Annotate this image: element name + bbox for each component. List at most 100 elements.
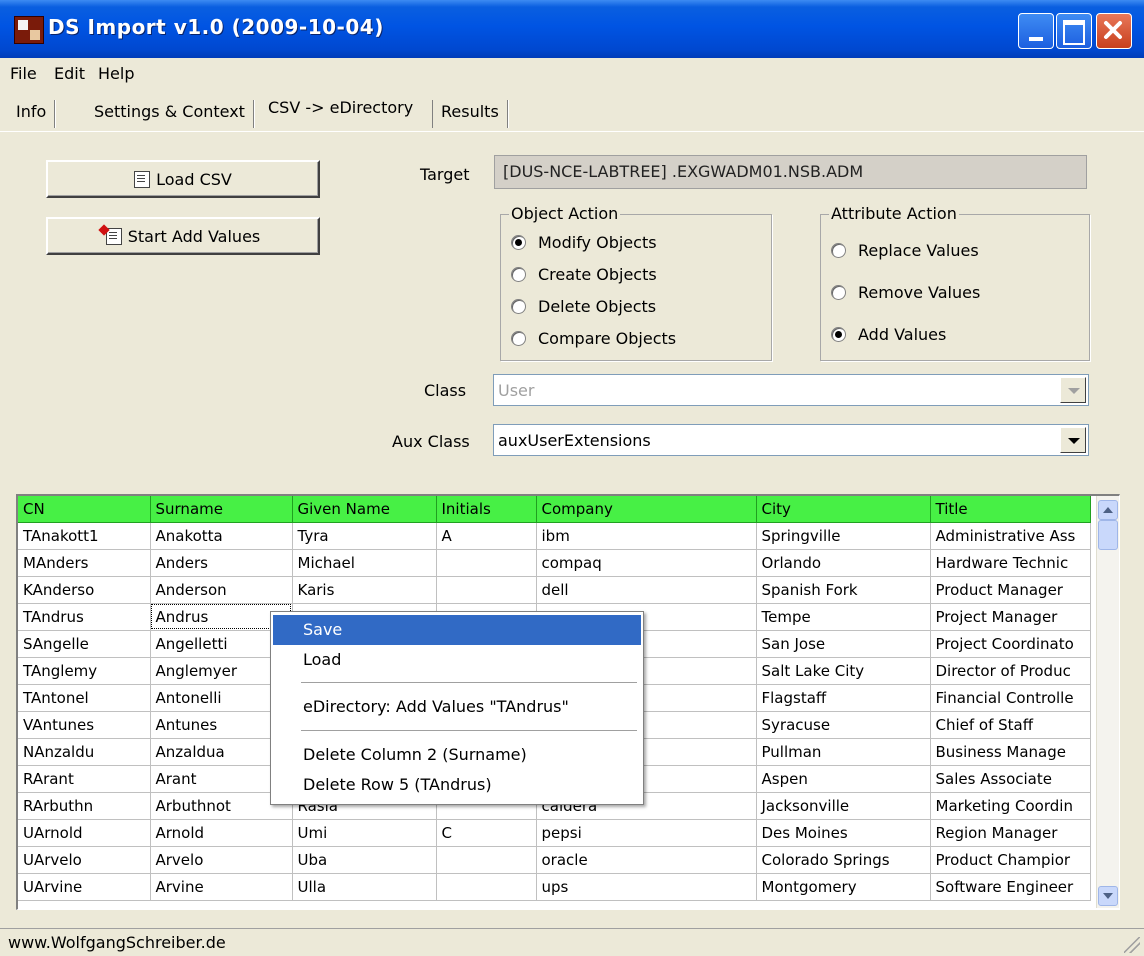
- table-cell[interactable]: Product Champior: [930, 846, 1091, 874]
- resize-grip-icon[interactable]: [1124, 937, 1140, 953]
- table-cell[interactable]: Springville: [756, 522, 931, 550]
- table-cell[interactable]: Flagstaff: [756, 684, 931, 712]
- column-header-surname[interactable]: Surname: [150, 496, 293, 523]
- table-row[interactable]: UArvine Arvine Ulla ups Montgomery Software E…: [18, 873, 1091, 901]
- table-row[interactable]: UArnold Arnold Umi Cpepsi Des Moines Region M…: [18, 819, 1091, 847]
- radio-compare-objects[interactable]: Compare Objects: [511, 329, 676, 348]
- table-cell[interactable]: [436, 576, 537, 604]
- table-cell[interactable]: TAnakott1: [18, 522, 151, 550]
- table-cell[interactable]: TAndrus: [18, 603, 151, 631]
- context-item-delete-row[interactable]: Delete Row 5 (TAndrus): [273, 770, 641, 800]
- table-cell[interactable]: Karis: [292, 576, 437, 604]
- context-item-save[interactable]: Save: [273, 615, 641, 645]
- table-row[interactable]: UArvelo Arvelo Uba oracle Colorado Springs Pr…: [18, 846, 1091, 874]
- maximize-button[interactable]: [1056, 13, 1092, 49]
- table-cell[interactable]: Region Manager: [930, 819, 1091, 847]
- table-cell[interactable]: Director of Produc: [930, 657, 1091, 685]
- context-item-delete-column[interactable]: Delete Column 2 (Surname): [273, 740, 641, 770]
- table-cell[interactable]: Syracuse: [756, 711, 931, 739]
- table-cell[interactable]: Jacksonville: [756, 792, 931, 820]
- column-header-cn[interactable]: CN: [18, 496, 151, 523]
- table-cell[interactable]: pepsi: [536, 819, 757, 847]
- tab-results[interactable]: Results: [432, 100, 508, 128]
- tab-csv-edirectory[interactable]: CSV -> eDirectory: [260, 96, 421, 128]
- title-bar[interactable]: DS Import v1.0 (2009-10-04): [0, 0, 1144, 58]
- table-cell[interactable]: Chief of Staff: [930, 711, 1091, 739]
- radio-add-values[interactable]: Add Values: [831, 325, 946, 344]
- table-cell[interactable]: KAnderso: [18, 576, 151, 604]
- table-cell[interactable]: Orlando: [756, 549, 931, 577]
- chevron-down-icon[interactable]: [1060, 377, 1086, 403]
- table-cell[interactable]: VAntunes: [18, 711, 151, 739]
- scroll-down-icon[interactable]: [1098, 886, 1118, 906]
- table-cell[interactable]: MAnders: [18, 549, 151, 577]
- column-header-initials[interactable]: Initials: [436, 496, 537, 523]
- table-cell[interactable]: RArant: [18, 765, 151, 793]
- table-row[interactable]: TAnakott1 Anakotta Tyra Aibm Springville Admi…: [18, 522, 1091, 550]
- scroll-thumb[interactable]: [1098, 520, 1118, 550]
- column-header-title[interactable]: Title: [930, 496, 1091, 523]
- table-cell[interactable]: TAnglemy: [18, 657, 151, 685]
- table-cell[interactable]: Aspen: [756, 765, 931, 793]
- table-cell[interactable]: Colorado Springs: [756, 846, 931, 874]
- radio-replace-values[interactable]: Replace Values: [831, 241, 979, 260]
- table-cell[interactable]: Salt Lake City: [756, 657, 931, 685]
- table-cell[interactable]: Tempe: [756, 603, 931, 631]
- table-cell[interactable]: compaq: [536, 549, 757, 577]
- table-row[interactable]: KAnderso Anderson Karis dell Spanish Fork Pro…: [18, 576, 1091, 604]
- table-cell[interactable]: Arvine: [150, 873, 293, 901]
- table-cell[interactable]: Michael: [292, 549, 437, 577]
- menu-file[interactable]: File: [10, 64, 37, 83]
- table-cell[interactable]: Software Engineer: [930, 873, 1091, 901]
- context-item-edirectory-add-values[interactable]: eDirectory: Add Values "TAndrus": [273, 692, 641, 722]
- table-cell[interactable]: Ulla: [292, 873, 437, 901]
- radio-modify-objects[interactable]: Modify Objects: [511, 233, 657, 252]
- table-cell[interactable]: dell: [536, 576, 757, 604]
- table-cell[interactable]: Arnold: [150, 819, 293, 847]
- table-cell[interactable]: Business Manage: [930, 738, 1091, 766]
- table-cell[interactable]: ups: [536, 873, 757, 901]
- table-cell[interactable]: Uba: [292, 846, 437, 874]
- radio-create-objects[interactable]: Create Objects: [511, 265, 657, 284]
- column-header-company[interactable]: Company: [536, 496, 757, 523]
- vertical-scrollbar[interactable]: [1096, 496, 1119, 908]
- table-cell[interactable]: ibm: [536, 522, 757, 550]
- table-cell[interactable]: Marketing Coordin: [930, 792, 1091, 820]
- menu-help[interactable]: Help: [98, 64, 134, 83]
- scroll-up-icon[interactable]: [1098, 500, 1118, 520]
- table-row[interactable]: MAnders Anders Michael compaq Orlando Hardwar…: [18, 549, 1091, 577]
- table-cell[interactable]: [436, 846, 537, 874]
- close-button[interactable]: [1096, 13, 1132, 49]
- column-header-city[interactable]: City: [756, 496, 931, 523]
- table-cell[interactable]: Financial Controlle: [930, 684, 1091, 712]
- table-cell[interactable]: A: [436, 522, 537, 550]
- table-cell[interactable]: Tyra: [292, 522, 437, 550]
- aux-class-select[interactable]: auxUserExtensions: [493, 424, 1089, 456]
- minimize-button[interactable]: [1018, 13, 1054, 49]
- table-cell[interactable]: oracle: [536, 846, 757, 874]
- context-item-load[interactable]: Load: [273, 645, 641, 675]
- table-cell[interactable]: UArnold: [18, 819, 151, 847]
- tab-settings-context[interactable]: Settings & Context: [86, 100, 254, 128]
- table-cell[interactable]: UArvelo: [18, 846, 151, 874]
- table-cell[interactable]: Anakotta: [150, 522, 293, 550]
- table-cell[interactable]: Spanish Fork: [756, 576, 931, 604]
- start-add-values-button[interactable]: Start Add Values: [46, 217, 320, 255]
- table-cell[interactable]: Project Coordinato: [930, 630, 1091, 658]
- table-cell[interactable]: Pullman: [756, 738, 931, 766]
- radio-remove-values[interactable]: Remove Values: [831, 283, 980, 302]
- column-header-given-name[interactable]: Given Name: [292, 496, 437, 523]
- table-cell[interactable]: Arvelo: [150, 846, 293, 874]
- table-cell[interactable]: Product Manager: [930, 576, 1091, 604]
- table-cell[interactable]: [436, 549, 537, 577]
- table-cell[interactable]: Hardware Technic: [930, 549, 1091, 577]
- table-cell[interactable]: NAnzaldu: [18, 738, 151, 766]
- table-cell[interactable]: TAntonel: [18, 684, 151, 712]
- chevron-down-icon[interactable]: [1060, 427, 1086, 453]
- table-cell[interactable]: Sales Associate: [930, 765, 1091, 793]
- table-cell[interactable]: Umi: [292, 819, 437, 847]
- table-cell[interactable]: RArbuthn: [18, 792, 151, 820]
- table-cell[interactable]: Anders: [150, 549, 293, 577]
- table-cell[interactable]: C: [436, 819, 537, 847]
- table-cell[interactable]: Anderson: [150, 576, 293, 604]
